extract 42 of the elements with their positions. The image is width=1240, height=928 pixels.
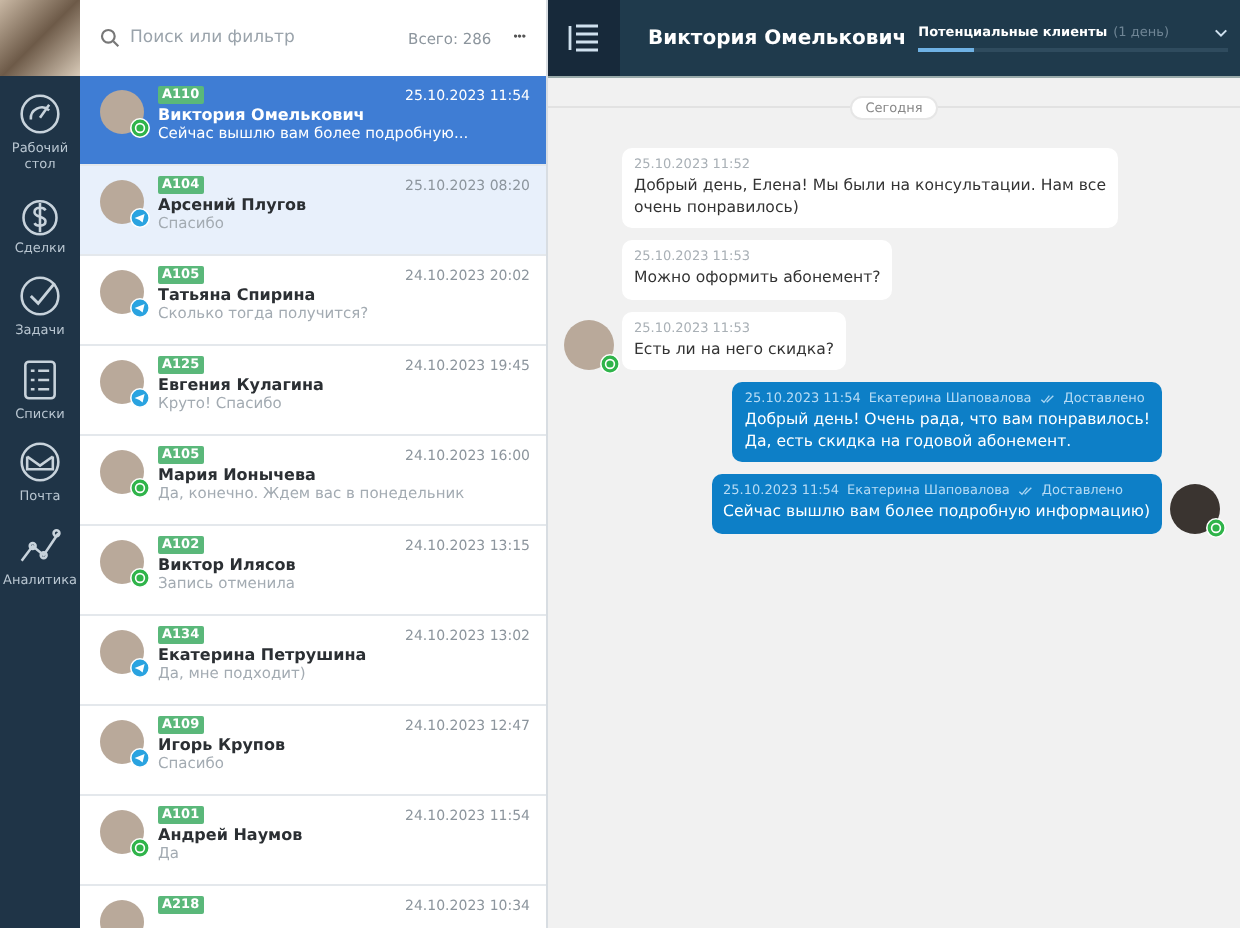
avatar-placeholder (100, 180, 144, 224)
avatar-placeholder (100, 450, 144, 494)
phone-bubble-icon (1206, 517, 1226, 538)
avatar-placeholder (100, 360, 144, 404)
contact-name: Виктор Илясов (158, 556, 298, 574)
avatar-placeholder (100, 810, 144, 854)
avatar-placeholder (1170, 483, 1220, 534)
paper-plane-icon (130, 208, 150, 228)
avatar-placeholder (100, 90, 144, 134)
menu-button[interactable] (548, 0, 620, 76)
contact-name: Екатерина Петрушина (158, 646, 369, 664)
avatar-placeholder (564, 320, 614, 371)
avatar-placeholder (100, 540, 144, 584)
contact-name: Виктория Омелькович (158, 106, 367, 124)
photo-placeholder (0, 0, 80, 76)
avatar-placeholder (100, 270, 144, 314)
checklist-icon (18, 357, 62, 402)
paper-plane-icon (130, 388, 150, 408)
paper-plane-icon (130, 298, 150, 318)
avatar-placeholder (100, 720, 144, 764)
paper-plane-icon (130, 748, 150, 768)
caret-icon[interactable] (1214, 27, 1228, 37)
search-icon (100, 28, 120, 48)
phone-bubble-icon (130, 118, 150, 138)
contact-name: Мария Ионычева (158, 466, 318, 484)
check-circle-icon (18, 274, 62, 319)
paper-plane-icon (130, 658, 150, 678)
chat-title: Виктория Омелькович (648, 27, 907, 49)
phone-bubble-icon (130, 568, 150, 588)
envelope-icon (18, 440, 62, 485)
phone-bubble-icon (130, 838, 150, 858)
contact-name: Андрей Наумов (158, 826, 305, 844)
contact-name: Татьяна Спирина (158, 286, 318, 304)
speedometer-icon (18, 92, 62, 136)
contact-name: Евгения Кулагина (158, 376, 326, 394)
contact-name: Игорь Крупов (158, 736, 288, 754)
phone-bubble-icon (130, 478, 150, 498)
menu-icon (568, 24, 600, 52)
double-check-icon (1017, 485, 1034, 496)
contact-name: Арсений Плугов (158, 196, 309, 214)
double-check-icon (1039, 393, 1056, 404)
avatar-placeholder (100, 630, 144, 674)
